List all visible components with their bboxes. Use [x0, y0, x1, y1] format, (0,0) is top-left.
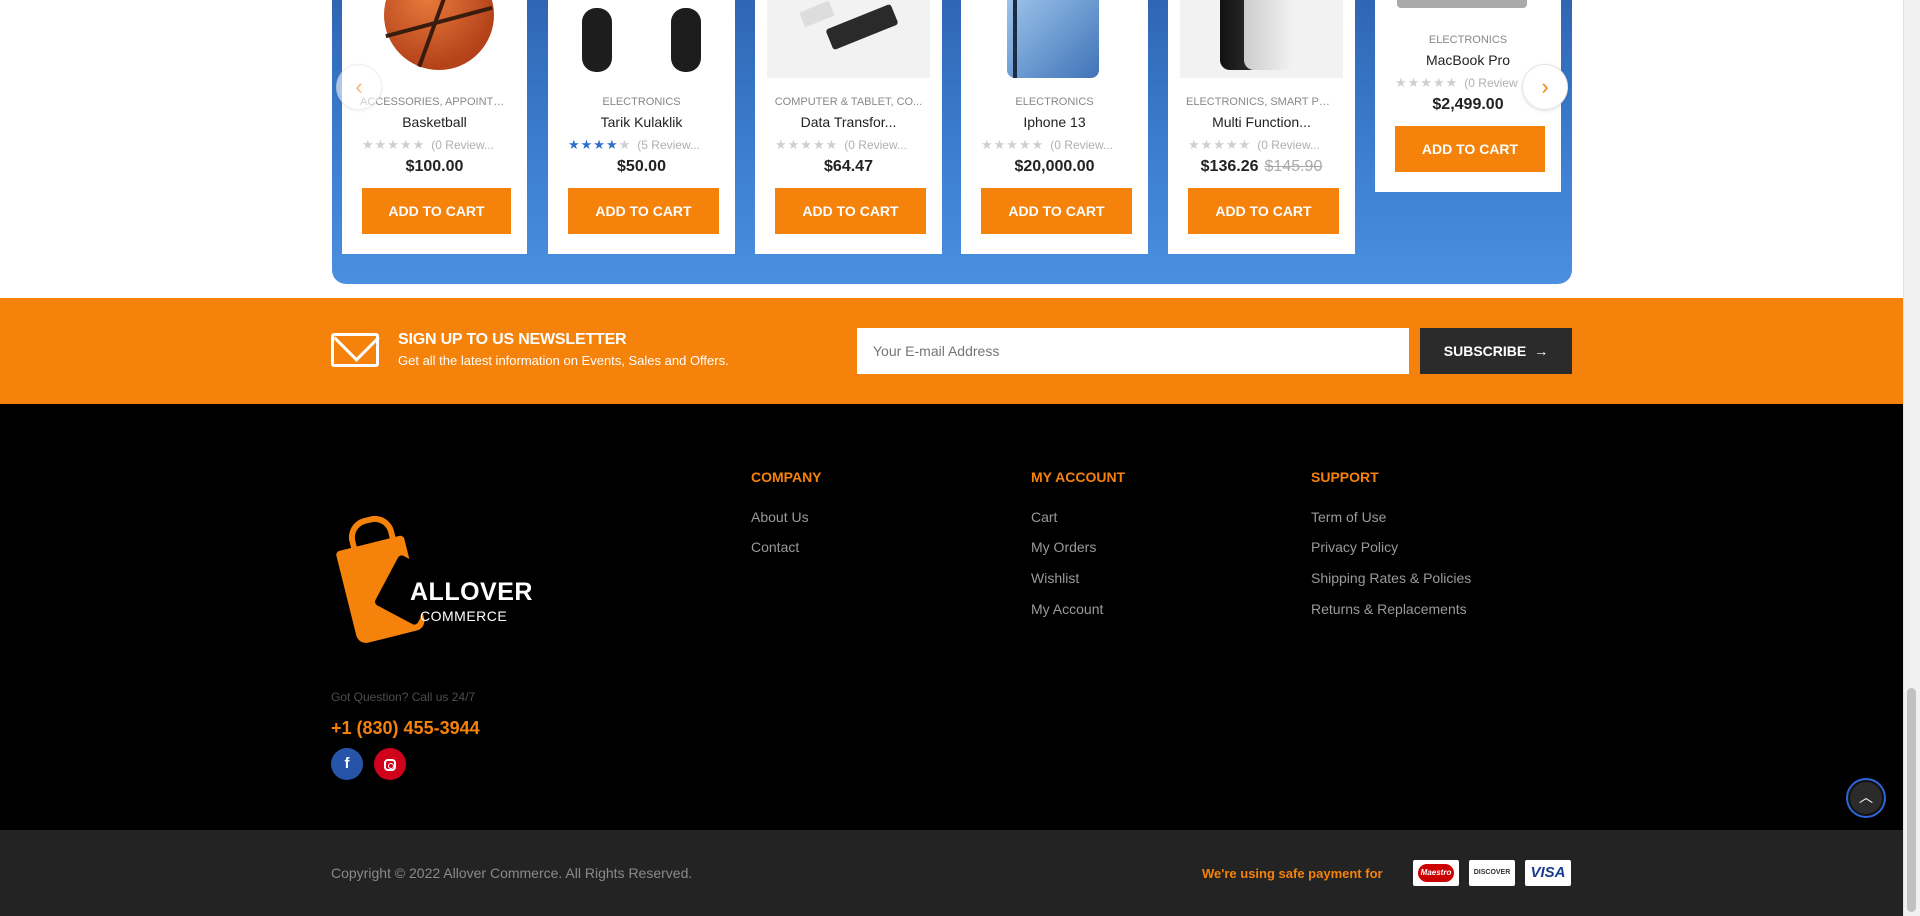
product-card[interactable]: ELECTRONICS Tarik Kulaklik ★★★★★ (5 Revie… — [548, 0, 735, 254]
product-category[interactable]: ELECTRONICS, SMART PHO... — [1168, 96, 1355, 108]
product-name[interactable]: Iphone 13 — [961, 114, 1148, 130]
product-price: $136.26 $145.90 — [1200, 158, 1323, 175]
product-rating: ★★★★★ (0 Review... — [1188, 137, 1341, 153]
instagram-icon[interactable] — [374, 748, 406, 780]
facebook-icon[interactable]: f — [331, 748, 363, 780]
product-name[interactable]: Data Transfor... — [755, 114, 942, 130]
bottom-bar: Copyright © 2022 Allover Commerce. All R… — [0, 830, 1903, 916]
product-image[interactable] — [1180, 0, 1343, 78]
rating-stars: ★★★★★ — [1395, 75, 1459, 90]
old-price: $145.90 — [1264, 158, 1323, 175]
newsletter-title: SIGN UP TO US NEWSLETTER — [398, 331, 627, 348]
product-card[interactable]: ELECTRONICS, SMART PHO... Multi Function… — [1168, 0, 1355, 254]
review-count: (0 Review... — [844, 138, 907, 152]
review-count: (5 Review... — [637, 138, 700, 152]
chevron-right-icon: › — [1541, 74, 1549, 99]
product-name[interactable]: MacBook Pro — [1375, 52, 1561, 68]
footer-link-shipping[interactable]: Shipping Rates & Policies — [1311, 570, 1471, 586]
rating-stars: ★★★★★ — [568, 137, 632, 152]
review-count: (0 Review... — [431, 138, 494, 152]
carousel-next-button[interactable]: › — [1522, 64, 1568, 110]
product-category[interactable]: ELECTRONICS — [1375, 34, 1561, 46]
maestro-card-icon: Maestro — [1413, 860, 1459, 886]
chevron-left-icon: ‹ — [355, 74, 363, 99]
chevron-up-icon: ︿ — [1859, 789, 1873, 805]
carousel-prev-button[interactable]: ‹ — [336, 64, 382, 110]
review-count: (0 Review — [1464, 76, 1518, 90]
footer-link-returns[interactable]: Returns & Replacements — [1311, 601, 1467, 617]
add-to-cart-button[interactable]: ADD TO CART — [981, 188, 1132, 234]
product-image[interactable] — [560, 0, 723, 78]
add-to-cart-button[interactable]: ADD TO CART — [568, 188, 719, 234]
product-card[interactable]: ACCESSORIES, APPOINTME... Basketball ★★★… — [342, 0, 527, 254]
back-to-top-button[interactable]: ︿ — [1846, 778, 1886, 818]
product-card[interactable]: ELECTRONICS Iphone 13 ★★★★★ (0 Review... … — [961, 0, 1148, 254]
safe-payment-text: We're using safe payment for — [1202, 866, 1383, 881]
product-category[interactable]: ELECTRONICS — [548, 96, 735, 108]
logo-sub: COMMERCE — [420, 608, 508, 624]
product-image[interactable] — [767, 0, 930, 78]
email-input[interactable] — [857, 328, 1409, 374]
rating-stars: ★★★★★ — [775, 137, 839, 152]
footer-link-wishlist[interactable]: Wishlist — [1031, 570, 1079, 586]
add-to-cart-button[interactable]: ADD TO CART — [1395, 126, 1545, 172]
product-price: $100.00 — [405, 158, 464, 175]
discover-card-icon: DISCOVER — [1469, 860, 1515, 886]
support-phone[interactable]: +1 (830) 455-3944 — [331, 718, 480, 739]
newsletter-subtitle: Get all the latest information on Events… — [398, 353, 729, 368]
product-card[interactable]: COMPUTER & TABLET, CO... Data Transfor..… — [755, 0, 942, 254]
arrow-right-icon: → — [1534, 343, 1549, 359]
envelope-icon — [331, 333, 379, 367]
subscribe-button[interactable]: SUBSCRIBE → — [1420, 328, 1572, 374]
product-rating: ★★★★★ (0 Review... — [981, 137, 1134, 153]
copyright-text: Copyright © 2022 Allover Commerce. All R… — [331, 865, 693, 881]
rating-stars: ★★★★★ — [362, 137, 426, 152]
product-name[interactable]: Multi Function... — [1168, 114, 1355, 130]
visa-card-icon: VISA — [1525, 860, 1571, 886]
product-name[interactable]: Tarik Kulaklik — [548, 114, 735, 130]
product-name[interactable]: Basketball — [342, 114, 527, 130]
product-rating: ★★★★★ (0 Review... — [775, 137, 928, 153]
footer-link-my-orders[interactable]: My Orders — [1031, 539, 1096, 555]
support-title: SUPPORT — [1311, 469, 1379, 485]
product-price: $50.00 — [617, 158, 666, 175]
product-rating: ★★★★★ (0 Review... — [362, 137, 513, 153]
footer-link-term-of-use[interactable]: Term of Use — [1311, 509, 1386, 525]
add-to-cart-button[interactable]: ADD TO CART — [362, 188, 511, 234]
product-category[interactable]: ELECTRONICS — [961, 96, 1148, 108]
my-account-title: MY ACCOUNT — [1031, 469, 1126, 485]
add-to-cart-button[interactable]: ADD TO CART — [775, 188, 926, 234]
footer-link-about-us[interactable]: About Us — [751, 509, 809, 525]
page: ACCESSORIES, APPOINTME... Basketball ★★★… — [0, 0, 1920, 916]
product-image[interactable] — [354, 0, 515, 78]
review-count: (0 Review... — [1050, 138, 1113, 152]
product-price: $64.47 — [824, 158, 873, 175]
footer: ALLOVER COMMERCE COMPANY About Us Contac… — [0, 404, 1903, 830]
scrollbar-thumb[interactable] — [1907, 688, 1916, 912]
logo-name: ALLOVER — [410, 578, 533, 606]
review-count: (0 Review... — [1257, 138, 1320, 152]
newsletter-bar: SIGN UP TO US NEWSLETTER Get all the lat… — [0, 298, 1903, 404]
product-image[interactable] — [1387, 0, 1549, 10]
product-image[interactable] — [973, 0, 1136, 78]
product-rating: ★★★★★ (5 Review... — [568, 137, 721, 153]
product-carousel: ACCESSORIES, APPOINTME... Basketball ★★★… — [332, 0, 1572, 284]
rating-stars: ★★★★★ — [1188, 137, 1252, 152]
product-price: $20,000.00 — [1014, 158, 1095, 175]
footer-link-cart[interactable]: Cart — [1031, 509, 1057, 525]
company-title: COMPANY — [751, 469, 822, 485]
add-to-cart-button[interactable]: ADD TO CART — [1188, 188, 1339, 234]
footer-link-contact[interactable]: Contact — [751, 539, 799, 555]
rating-stars: ★★★★★ — [981, 137, 1045, 152]
product-category[interactable]: COMPUTER & TABLET, CO... — [755, 96, 942, 108]
page-scrollbar[interactable] — [1903, 0, 1920, 916]
support-question: Got Question? Call us 24/7 — [331, 690, 476, 704]
site-logo[interactable]: ALLOVER COMMERCE — [335, 512, 544, 646]
footer-link-my-account[interactable]: My Account — [1031, 601, 1103, 617]
footer-link-privacy-policy[interactable]: Privacy Policy — [1311, 539, 1398, 555]
